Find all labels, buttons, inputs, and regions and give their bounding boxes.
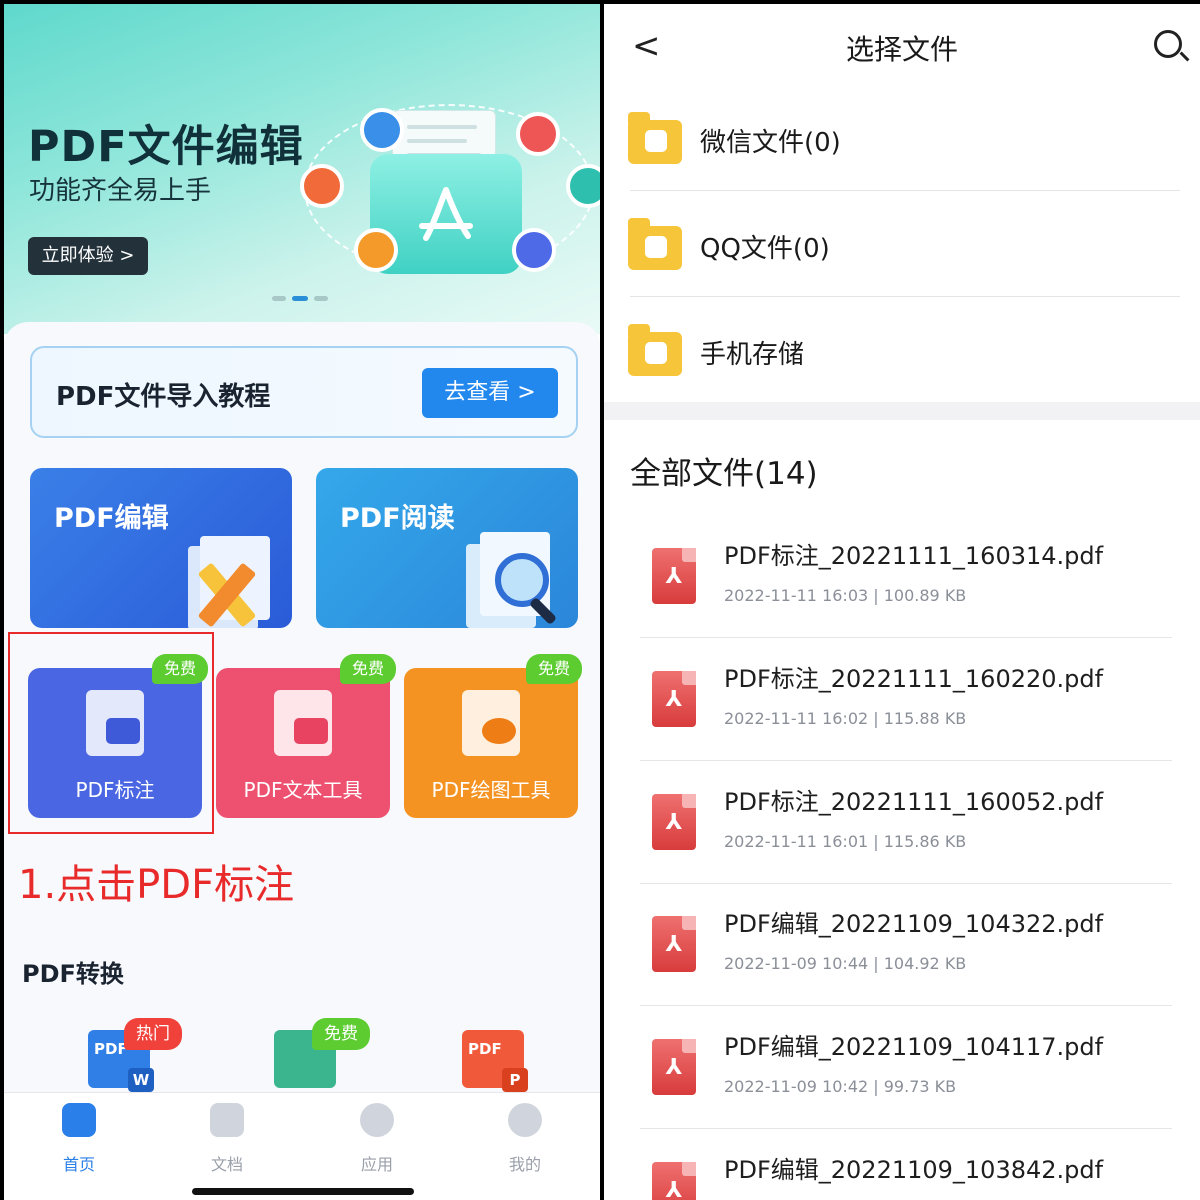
select-file-screen: < 选择文件 微信文件(0) QQ文件(0) 手机存储 全部文件(14) ⅄ P… [604, 4, 1200, 1200]
pdf-read-label: PDF阅读 [340, 503, 455, 534]
search-icon[interactable] [1154, 30, 1182, 58]
file-row[interactable]: ⅄ PDF标注_20221111_160220.pdf 2022-11-11 1… [640, 639, 1172, 761]
stamp-icon [360, 108, 404, 152]
split-icon [512, 228, 556, 272]
apps-icon [360, 1103, 394, 1137]
file-row[interactable]: ⅄ PDF标注_20221111_160052.pdf 2022-11-11 1… [640, 762, 1172, 884]
pdf-file-icon: ⅄ [652, 1162, 696, 1200]
pdf-edit-label: PDF编辑 [54, 503, 169, 534]
text-tool-icon [294, 718, 328, 744]
folder-phone-storage[interactable]: 手机存储 [626, 298, 1180, 404]
free-badge: 免费 [340, 654, 396, 684]
free-badge: 免费 [526, 654, 582, 684]
file-row[interactable]: ⅄ PDF编辑_20221109_104117.pdf 2022-11-09 1… [640, 1007, 1172, 1129]
free-badge: 免费 [312, 1018, 370, 1050]
home-indicator [192, 1188, 414, 1195]
folder-qq[interactable]: QQ文件(0) [626, 192, 1180, 298]
document-icon [210, 1103, 244, 1137]
tab-documents[interactable]: 文档 [182, 1103, 272, 1175]
phone-storage-folder-icon [628, 324, 682, 376]
pen-icon [300, 164, 344, 208]
pdf-file-icon: ⅄ [652, 548, 696, 604]
bottom-tab-bar: 首页 文档 应用 我的 [4, 1092, 600, 1200]
tab-home[interactable]: 首页 [34, 1103, 124, 1175]
pdf-read-card[interactable]: PDF阅读 [316, 468, 578, 628]
file-row[interactable]: ⅄ PDF编辑_20221109_103842.pdf [640, 1130, 1172, 1200]
promo-banner[interactable]: PDF文件编辑 功能齐全易上手 立即体验 > [4, 4, 600, 334]
highlight-box [8, 632, 214, 834]
pdf-edit-card[interactable]: PDF编辑 [30, 468, 292, 628]
banner-title: PDF文件编辑 [28, 122, 304, 172]
image-icon [354, 228, 398, 272]
home-icon [62, 1103, 96, 1137]
all-files-title: 全部文件(14) [630, 456, 818, 492]
carousel-indicator [272, 296, 334, 301]
nav-bar: < 选择文件 [604, 4, 1200, 88]
screenshot-frame: PDF文件编辑 功能齐全易上手 立即体验 > PDF文件导入教程 去查看 > P… [0, 0, 1200, 1200]
magnifier-icon [466, 532, 556, 628]
page-title: 选择文件 [845, 33, 958, 66]
wechat-folder-icon [628, 112, 682, 164]
section-divider [604, 402, 1200, 420]
hot-badge: 热门 [124, 1018, 182, 1050]
file-row[interactable]: ⅄ PDF标注_20221111_160314.pdf 2022-11-11 1… [640, 516, 1172, 638]
profile-icon [508, 1103, 542, 1137]
tab-profile[interactable]: 我的 [480, 1103, 570, 1175]
pencil-ruler-icon [188, 536, 270, 628]
pdf-draw-tool-label: PDF绘图工具 [431, 778, 551, 802]
step-instruction: 1.点击PDF标注 [18, 862, 295, 908]
pdf-file-icon: ⅄ [652, 794, 696, 850]
pdf-file-icon: ⅄ [652, 1039, 696, 1095]
conversion-section-title: PDF转换 [22, 960, 124, 988]
folder-wechat[interactable]: 微信文件(0) [626, 86, 1180, 192]
home-screen: PDF文件编辑 功能齐全易上手 立即体验 > PDF文件导入教程 去查看 > P… [4, 4, 600, 1200]
try-now-button[interactable]: 立即体验 > [28, 237, 148, 275]
pdf-file-icon: ⅄ [652, 916, 696, 972]
pdf-text-tool-label: PDF文本工具 [243, 778, 363, 802]
banner-subtitle: 功能齐全易上手 [29, 176, 212, 206]
compress-icon [516, 112, 560, 156]
view-tutorial-button[interactable]: 去查看 > [422, 368, 558, 418]
pdf-file-icon: ⅄ [652, 671, 696, 727]
palette-icon [482, 718, 516, 744]
qq-folder-icon [628, 218, 682, 270]
pdf-text-tool-card[interactable]: PDF文本工具 [216, 668, 390, 818]
tab-apps[interactable]: 应用 [332, 1103, 422, 1175]
file-row[interactable]: ⅄ PDF编辑_20221109_104322.pdf 2022-11-09 1… [640, 884, 1172, 1006]
pdf-to-ppt-icon[interactable]: PDF P [462, 1030, 528, 1092]
tutorial-label: PDF文件导入教程 [56, 382, 271, 412]
import-tutorial-card[interactable]: PDF文件导入教程 去查看 > [30, 346, 578, 438]
pdf-draw-tool-card[interactable]: PDF绘图工具 [404, 668, 578, 818]
